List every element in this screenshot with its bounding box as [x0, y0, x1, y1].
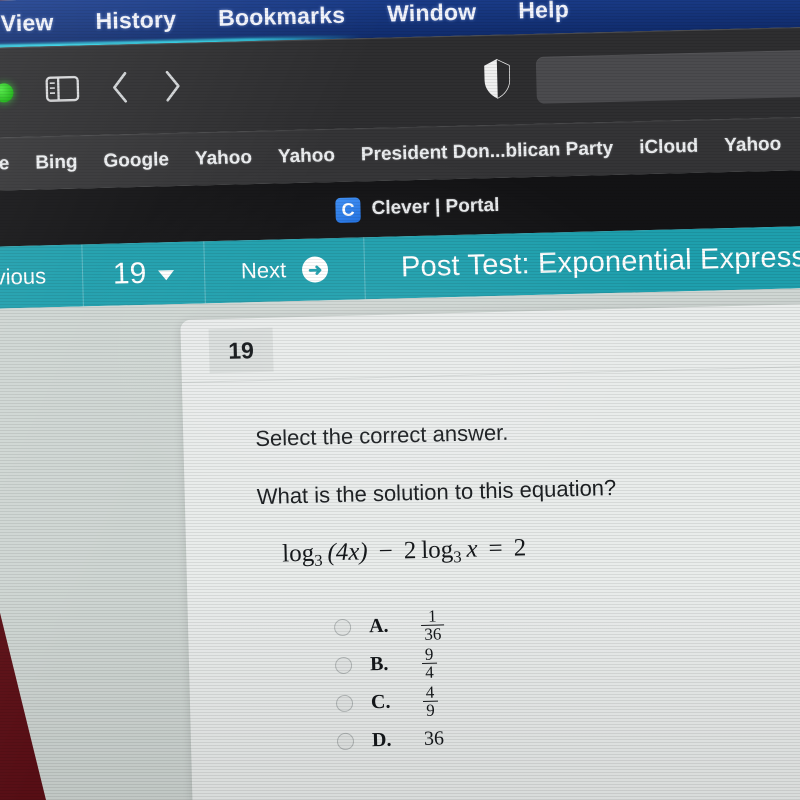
equation-minus: −: [378, 537, 394, 566]
equation-base1: 3: [314, 551, 323, 571]
equation-log2: log: [420, 536, 454, 565]
choice-letter-c: C.: [370, 690, 391, 714]
radio-button-c[interactable]: [335, 694, 354, 713]
chevron-down-icon: [158, 270, 175, 281]
zoom-window-button[interactable]: [0, 83, 14, 103]
fraction-denominator-a: 36: [421, 624, 445, 644]
menu-item-window[interactable]: Window: [387, 0, 477, 28]
previous-label: revious: [0, 263, 47, 291]
bookmark-icloud[interactable]: iCloud: [639, 136, 699, 159]
next-button[interactable]: Next ➜: [204, 237, 366, 304]
choice-letter-d: D.: [371, 728, 392, 752]
equation-base2: 3: [453, 547, 462, 567]
question-number-badge: 19: [208, 327, 274, 374]
menu-item-bookmarks[interactable]: Bookmarks: [218, 2, 346, 32]
equation-log1: log: [281, 539, 315, 568]
prompt-text: What is the solution to this equation?: [256, 475, 617, 510]
fraction-denominator-c: 9: [422, 700, 438, 720]
bookmark-yahoo-3[interactable]: Yahoo: [724, 134, 782, 157]
question-number-dropdown[interactable]: 19: [82, 241, 206, 307]
browser-window: View History Bookmarks Window Help pple …: [0, 0, 800, 800]
test-title-label: Post Test: Exponential Expressio: [400, 240, 800, 283]
fraction-numerator-b: 9: [424, 644, 434, 664]
bookmark-bing[interactable]: Bing: [35, 152, 78, 175]
next-label: Next: [240, 257, 287, 284]
fraction-numerator-c: 4: [425, 682, 435, 702]
bookmark-president[interactable]: President Don...blican Party: [361, 138, 614, 166]
instruction-text: Select the correct answer.: [254, 419, 509, 452]
radio-button-b[interactable]: [334, 656, 353, 675]
tab-title: Clever | Portal: [371, 194, 500, 220]
question-card: 19 Select the correct answer. What is th…: [180, 301, 800, 800]
page-content: 19 Select the correct answer. What is th…: [0, 287, 800, 800]
choice-letter-b: B.: [369, 652, 389, 676]
bookmark-yahoo-2[interactable]: Yahoo: [278, 145, 336, 168]
equation-arg1: (4x): [327, 538, 369, 567]
forward-icon[interactable]: [161, 69, 184, 109]
radio-button-a[interactable]: [333, 618, 352, 637]
fraction-numerator-a: 1: [427, 606, 437, 626]
sidebar-icon[interactable]: [45, 75, 80, 107]
previous-button[interactable]: revious: [0, 244, 84, 310]
question-body: Select the correct answer. What is the s…: [182, 364, 800, 764]
back-icon[interactable]: [109, 70, 132, 110]
clever-favicon: C: [335, 196, 361, 223]
equation-right: 2: [513, 534, 527, 562]
equation-coefficient: 2: [403, 537, 417, 565]
fraction-denominator-b: 4: [422, 662, 437, 682]
equation-arg2: x: [466, 535, 478, 564]
bookmark-google[interactable]: Google: [103, 149, 169, 173]
tab-clever-portal[interactable]: C Clever | Portal: [335, 193, 500, 223]
equation-equals: =: [488, 535, 504, 563]
bookmark-apple[interactable]: pple: [0, 153, 10, 176]
screen-photo: View History Bookmarks Window Help pple …: [0, 0, 800, 800]
answer-choices: A. 1 36 B. 9 4 C. 4 9 D. 36: [333, 594, 800, 761]
choice-value-b: 9 4: [422, 644, 437, 682]
bookmark-yahoo-1[interactable]: Yahoo: [195, 147, 253, 170]
choice-letter-a: A.: [368, 614, 389, 638]
fraction-a: 1 36: [421, 606, 445, 644]
choice-value-a: 1 36: [421, 606, 445, 644]
menu-item-history[interactable]: History: [95, 6, 176, 35]
fraction-c: 4 9: [422, 682, 438, 720]
menu-item-help[interactable]: Help: [518, 0, 569, 24]
menu-item-view[interactable]: View: [0, 9, 53, 37]
equation: log3 (4x) −2 log3 x = 2: [282, 525, 800, 572]
current-question-number: 19: [112, 256, 147, 291]
arrow-right-circle-icon: ➜: [301, 256, 329, 283]
address-bar[interactable]: [535, 49, 800, 104]
shield-icon[interactable]: [482, 57, 513, 105]
fraction-b: 9 4: [422, 644, 437, 682]
choice-value-d: 36: [423, 727, 445, 751]
choice-value-c: 4 9: [422, 682, 438, 720]
radio-button-d[interactable]: [336, 732, 355, 751]
test-title: Post Test: Exponential Expressio: [364, 225, 800, 299]
